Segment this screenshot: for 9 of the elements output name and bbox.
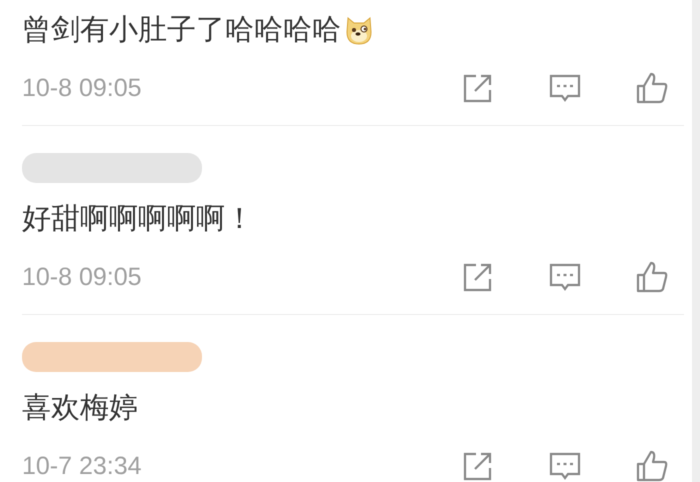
comment-text: 喜欢梅婷 (22, 389, 138, 426)
comment-time: 10-8 09:05 (22, 262, 142, 292)
comment-text: 曾剑有小肚子了哈哈哈哈 (22, 11, 341, 48)
comment-time: 10-7 23:34 (22, 452, 142, 480)
comment-time: 10-8 09:05 (22, 74, 142, 102)
comment-text: 好甜啊啊啊啊啊！ (22, 200, 254, 237)
thumbs-up-icon[interactable] (635, 260, 669, 294)
thumbs-up-icon[interactable] (635, 449, 669, 482)
thumbs-up-icon[interactable] (635, 71, 669, 105)
